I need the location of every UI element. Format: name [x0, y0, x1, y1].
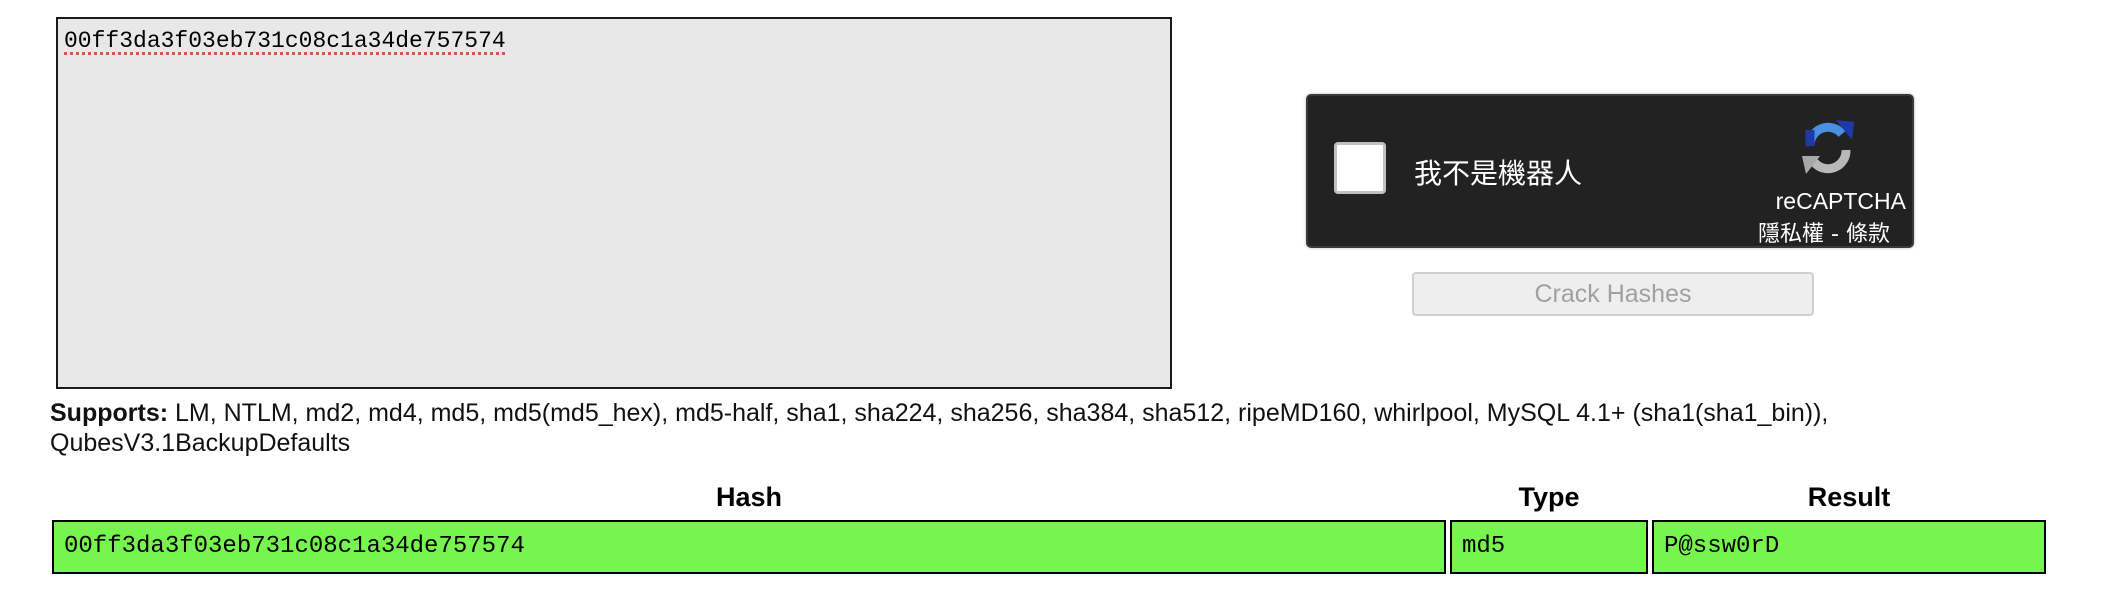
recaptcha-checkbox[interactable] — [1334, 142, 1386, 194]
supported-formats: Supports: LM, NTLM, md2, md4, md5, md5(m… — [50, 398, 2050, 458]
hash-input-value: 00ff3da3f03eb731c08c1a34de757574 — [64, 28, 506, 54]
result-type-cell: md5 — [1450, 520, 1648, 574]
result-hash-cell: 00ff3da3f03eb731c08c1a34de757574 — [52, 520, 1446, 574]
terms-link[interactable]: 條款 — [1846, 222, 1890, 247]
hash-cracker-page: 00ff3da3f03eb731c08c1a34de757574 我不是機器人 … — [0, 0, 2104, 594]
column-header-result: Result — [1807, 482, 1891, 512]
hash-input-textarea[interactable]: 00ff3da3f03eb731c08c1a34de757574 — [56, 17, 1172, 389]
recaptcha-widget: 我不是機器人 reCAPTCHA 隱私權 - 條款 — [1306, 94, 1914, 248]
column-header-hash: Hash — [715, 482, 783, 512]
crack-hashes-button[interactable]: Crack Hashes — [1412, 272, 1814, 316]
privacy-link[interactable]: 隱私權 — [1758, 222, 1824, 247]
supports-label: Supports: — [50, 399, 169, 427]
column-header-type: Type — [1518, 482, 1580, 512]
links-separator: - — [1824, 222, 1846, 247]
recaptcha-logo-icon — [1802, 120, 1854, 174]
recaptcha-checkbox-label: 我不是機器人 — [1414, 157, 1583, 190]
recaptcha-links: 隱私權 - 條款 — [1758, 216, 1890, 248]
recaptcha-brand: reCAPTCHA — [1775, 188, 1906, 214]
result-password-cell: P@ssw0rD — [1652, 520, 2046, 574]
supports-list: LM, NTLM, md2, md4, md5, md5(md5_hex), m… — [50, 399, 1829, 457]
